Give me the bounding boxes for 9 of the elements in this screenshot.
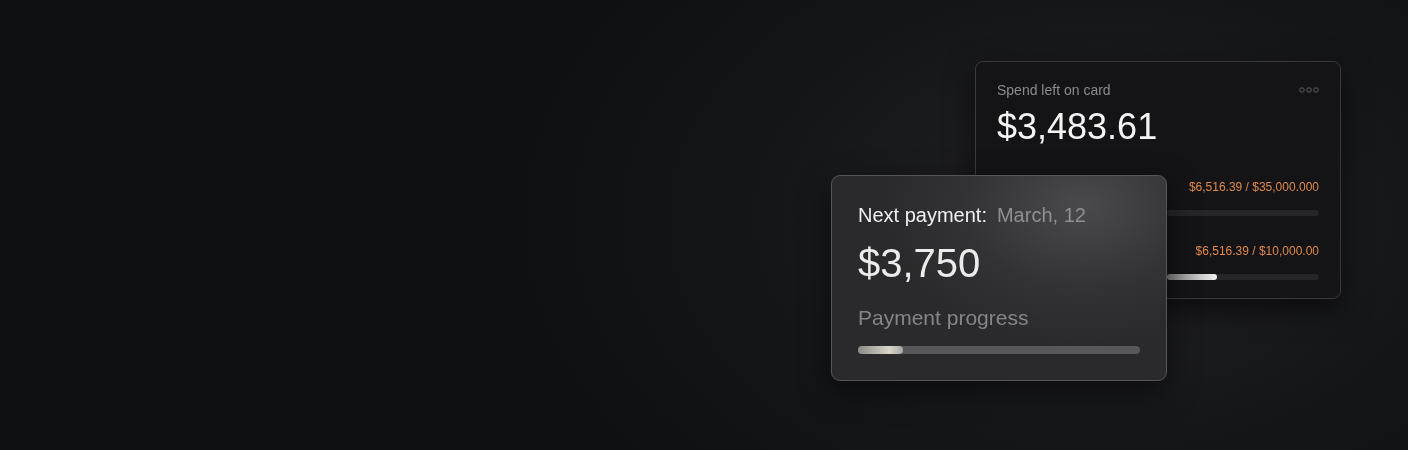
payment-label: Next payment: (858, 204, 987, 227)
more-icon[interactable] (1299, 87, 1319, 93)
limit-reading: $6,516.39 / $35,000.000 (1188, 180, 1319, 194)
card-title: Spend left on card (997, 82, 1111, 98)
progress-label: Payment progress (858, 306, 1030, 330)
limit-reading: $6,516.39 / $10,000.00 (1195, 244, 1319, 258)
payment-amount: $3,750 (858, 241, 982, 286)
payment-date: March, 12 (996, 204, 1086, 227)
balance-amount: $3,483.61 (997, 106, 1159, 148)
